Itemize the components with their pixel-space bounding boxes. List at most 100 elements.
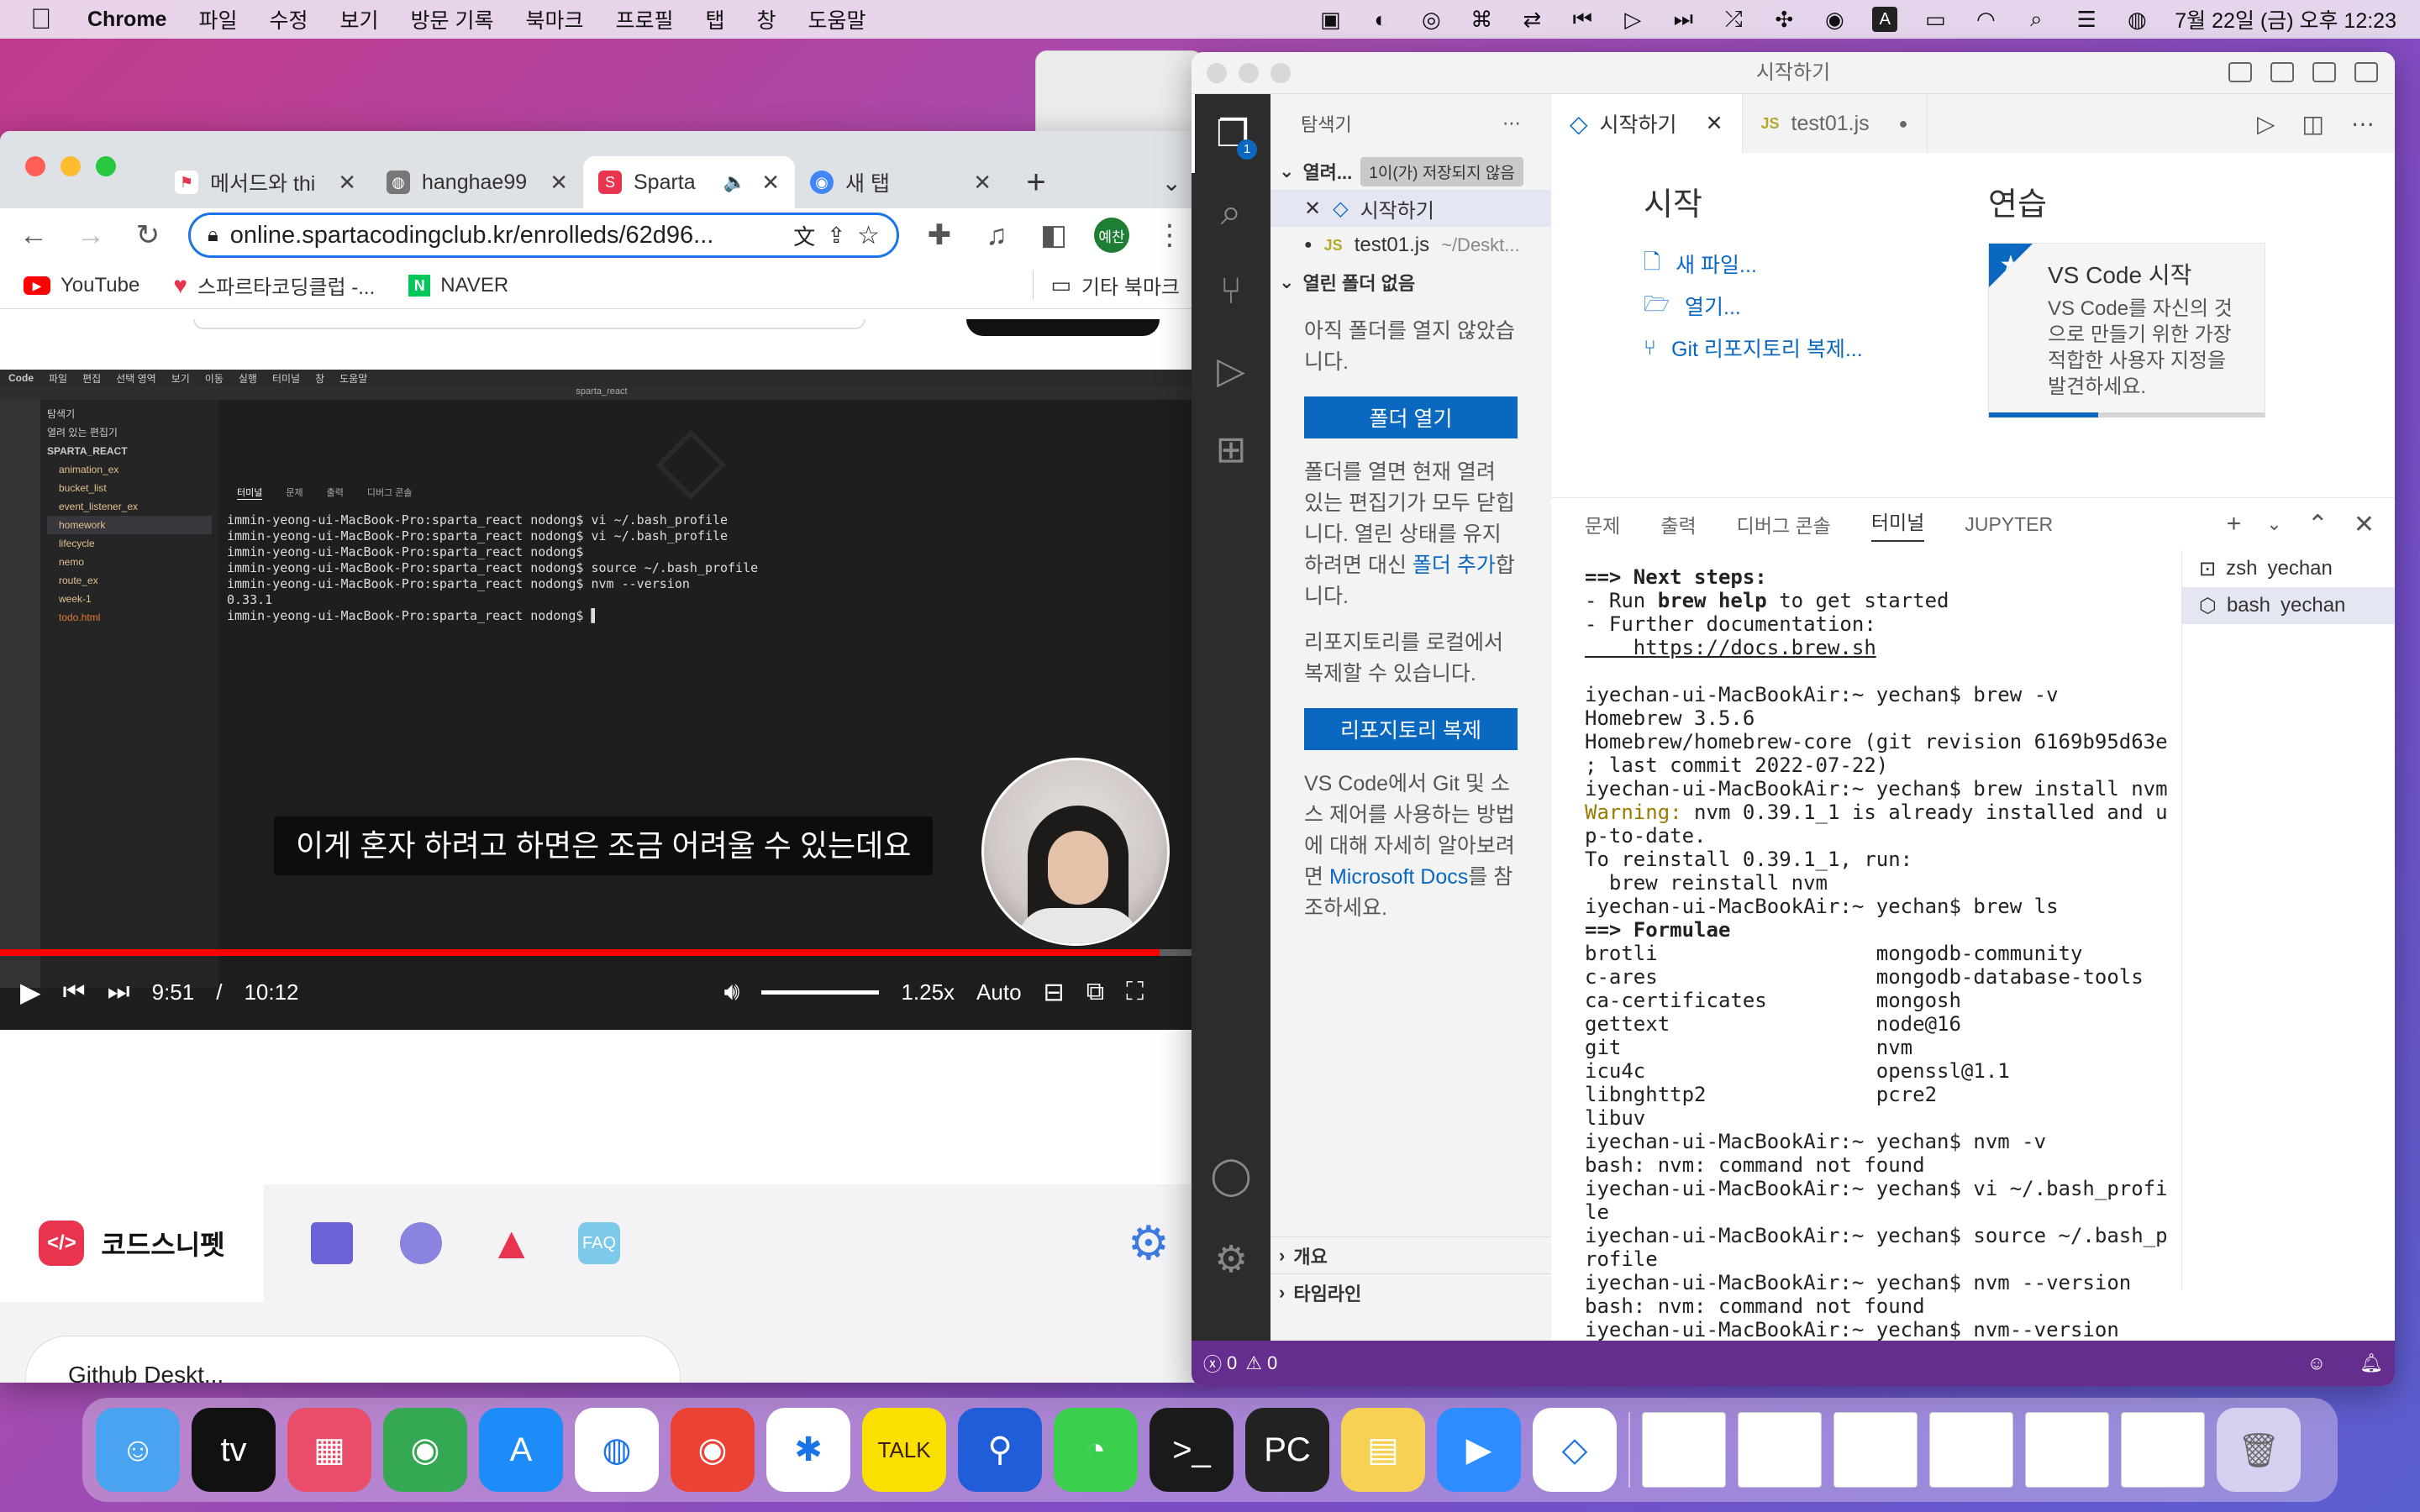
walkthrough-card[interactable]: ★ VS Code 시작 VS Code를 자신의 것으로 만들기 위한 가장 … (1988, 243, 2265, 417)
site-lock-icon[interactable]: 🔒︎ (208, 223, 218, 247)
naver-app-icon[interactable]: ◍ (575, 1408, 659, 1492)
profile-avatar[interactable]: 예찬 (1094, 218, 1129, 253)
menu-app-name[interactable]: Chrome (87, 8, 166, 32)
add-folder-link[interactable]: 폴더 추가 (1413, 554, 1496, 577)
battery-icon[interactable]: ▭ (1923, 7, 1948, 32)
menu-view[interactable]: 보기 (340, 4, 379, 34)
tab-audio-icon[interactable]: 🔈 (723, 171, 746, 193)
minimize-window-button[interactable] (60, 156, 81, 176)
picture-in-picture-icon[interactable]: ⧉ (1086, 978, 1104, 1006)
terminal-output[interactable]: ==> Next steps: - Run brew help to get st… (1585, 565, 2168, 1386)
other-bookmarks[interactable]: ▭ 기타 북마크 (1033, 270, 1180, 300)
bookmark-youtube[interactable]: ▶ YouTube (24, 274, 139, 297)
chrome-app-icon[interactable]: ◉ (383, 1408, 467, 1492)
outline-section[interactable]: › 개요 (1270, 1236, 1551, 1273)
panel-tab-problems[interactable]: 문제 (1585, 510, 1620, 538)
fullscreen-icon[interactable]: ⛶ (1126, 978, 1144, 1006)
explorer-activity-icon[interactable]: ❐ 1 (1192, 94, 1270, 173)
app-store-app-icon[interactable]: A (479, 1408, 563, 1492)
browser-tab-active[interactable]: S Sparta 🔈 ✕ (583, 156, 795, 208)
browser-tab[interactable]: ◉ 새 탭 ✕ (795, 156, 1007, 208)
zoom-app-icon[interactable]: ▶ (1437, 1408, 1521, 1492)
back-arrow-icon[interactable]: ← (17, 219, 50, 252)
warning-count[interactable]: 0 (1267, 1352, 1277, 1374)
close-tab-icon[interactable]: ✕ (1706, 111, 1723, 136)
apple-menu-icon[interactable]:  (30, 5, 59, 34)
control-center-icon[interactable]: ☰ (2074, 7, 2099, 32)
font-input-icon[interactable]: A (1872, 7, 1898, 32)
close-tab-icon[interactable]: ✕ (761, 170, 780, 196)
subtitles-icon[interactable]: ⊟ (1044, 978, 1065, 1007)
timeline-section[interactable]: › 타임라인 (1270, 1273, 1551, 1310)
close-window-button[interactable] (1207, 63, 1227, 83)
media-play-circle-icon[interactable]: ◉ (1822, 7, 1847, 32)
github-desktop-card[interactable]: Github Deskt... (25, 1336, 681, 1383)
apple-tv-app-icon[interactable]: tv (192, 1408, 276, 1492)
minimize-window-button[interactable] (1239, 63, 1259, 83)
close-editor-icon[interactable]: ✕ (1304, 197, 1321, 221)
notification-app-icon[interactable]: ◐ (1368, 7, 1393, 32)
menu-profile[interactable]: 프로필 (615, 4, 673, 34)
close-tab-icon[interactable]: ✕ (973, 170, 992, 196)
source-control-activity-icon[interactable]: ⑂ (1192, 252, 1270, 331)
share-icon[interactable]: ⇪ (827, 223, 845, 249)
minimized-window-thumbnail[interactable] (1833, 1412, 1918, 1488)
play-icon[interactable]: ▷ (1620, 7, 1645, 32)
tab-search-chevron-icon[interactable]: ⌄ (1162, 156, 1181, 208)
zoom-window-button[interactable] (96, 156, 116, 176)
forward-arrow-icon[interactable]: → (74, 219, 108, 252)
screen-record-icon[interactable]: ▣ (1318, 7, 1343, 32)
menu-edit[interactable]: 수정 (269, 4, 308, 34)
video-player[interactable]: Code 파일 편집 선택 영역 보기 이동 실행 터미널 창 도움말 spar… (0, 370, 1203, 1030)
toggle-panel-icon[interactable] (2270, 62, 2294, 82)
unsaved-dot-icon[interactable]: ● (1899, 115, 1908, 133)
next-button-icon[interactable]: ⏭ (108, 978, 130, 1006)
microsoft-docs-link[interactable]: Microsoft Docs (1329, 865, 1468, 889)
menu-tab[interactable]: 탭 (706, 4, 725, 34)
quality-setting[interactable]: Auto (976, 979, 1022, 1005)
run-icon[interactable]: ▷ (2257, 110, 2275, 138)
panel-tab-terminal[interactable]: 터미널 (1870, 507, 1925, 542)
clone-repository-button[interactable]: 리포지토리 복제 (1304, 708, 1518, 750)
open-folder-button[interactable]: 폴더 열기 (1304, 396, 1518, 438)
previous-track-icon[interactable]: ⏮ (1570, 6, 1595, 32)
minimized-window-thumbnail[interactable] (2025, 1412, 2109, 1488)
menu-window[interactable]: 창 (757, 4, 776, 34)
open-editor-item[interactable]: ● JS test01.js ~/Deskt... (1270, 227, 1551, 264)
new-terminal-icon[interactable]: + (2227, 510, 2242, 539)
finder-app-icon[interactable]: ☺ (96, 1408, 180, 1492)
run-debug-activity-icon[interactable]: ▷ (1192, 331, 1270, 410)
play-button-icon[interactable]: ▶ (20, 976, 41, 1008)
maximize-panel-icon[interactable]: ⌃ (2307, 510, 2328, 539)
input-method-icon[interactable]: ⌘ (1469, 7, 1494, 32)
page-top-dark-button[interactable] (966, 319, 1160, 336)
chrome-app-2-icon[interactable]: ◉ (671, 1408, 755, 1492)
menu-bookmarks[interactable]: 북마크 (525, 4, 583, 34)
accounts-activity-icon[interactable]: ◯ (1192, 1136, 1270, 1215)
error-count[interactable]: 0 (1227, 1352, 1237, 1374)
code-snippet-tab[interactable]: </> 코드스니펫 (0, 1184, 264, 1302)
translate-icon[interactable]: 文 (793, 220, 815, 251)
volume-icon[interactable]: 🔊︎ (724, 978, 740, 1006)
warnings-icon[interactable]: ⚠ (1245, 1352, 1262, 1374)
editor-tab-welcome[interactable]: ◇ 시작하기 ✕ (1551, 94, 1743, 153)
open-editors-section[interactable]: ⌄ 열려... 1이(가) 저장되지 않음 (1270, 153, 1551, 190)
previous-button-icon[interactable]: ⏮ (63, 978, 86, 1006)
errors-icon[interactable]: ⓧ (1203, 1350, 1222, 1377)
messages-app-icon[interactable]: ◔ (1054, 1408, 1138, 1492)
close-tab-icon[interactable]: ✕ (338, 170, 356, 196)
address-bar[interactable]: 🔒︎ online.spartacodingclub.kr/enrolleds/… (188, 213, 899, 258)
bookmark-naver[interactable]: N NAVER (408, 274, 508, 297)
zoom-window-button[interactable] (1270, 63, 1291, 83)
background-window[interactable] (1035, 50, 1203, 143)
reload-icon[interactable]: ↻ (131, 218, 165, 252)
pycharm-app-icon[interactable]: PC (1245, 1408, 1329, 1492)
checklist-icon[interactable] (311, 1222, 353, 1264)
terminal-list-item[interactable]: ⊡ zsh yechan (2182, 550, 2395, 587)
open-editor-item[interactable]: ✕ ◇ 시작하기 (1270, 190, 1551, 227)
bookmark-star-icon[interactable]: ☆ (857, 221, 880, 250)
feedback-icon[interactable]: ☺ (2307, 1352, 2326, 1374)
vscode-app-icon[interactable]: ◇ (1533, 1408, 1617, 1492)
faq-icon[interactable]: FAQ (578, 1222, 620, 1264)
new-tab-button[interactable]: + (1007, 156, 1065, 208)
